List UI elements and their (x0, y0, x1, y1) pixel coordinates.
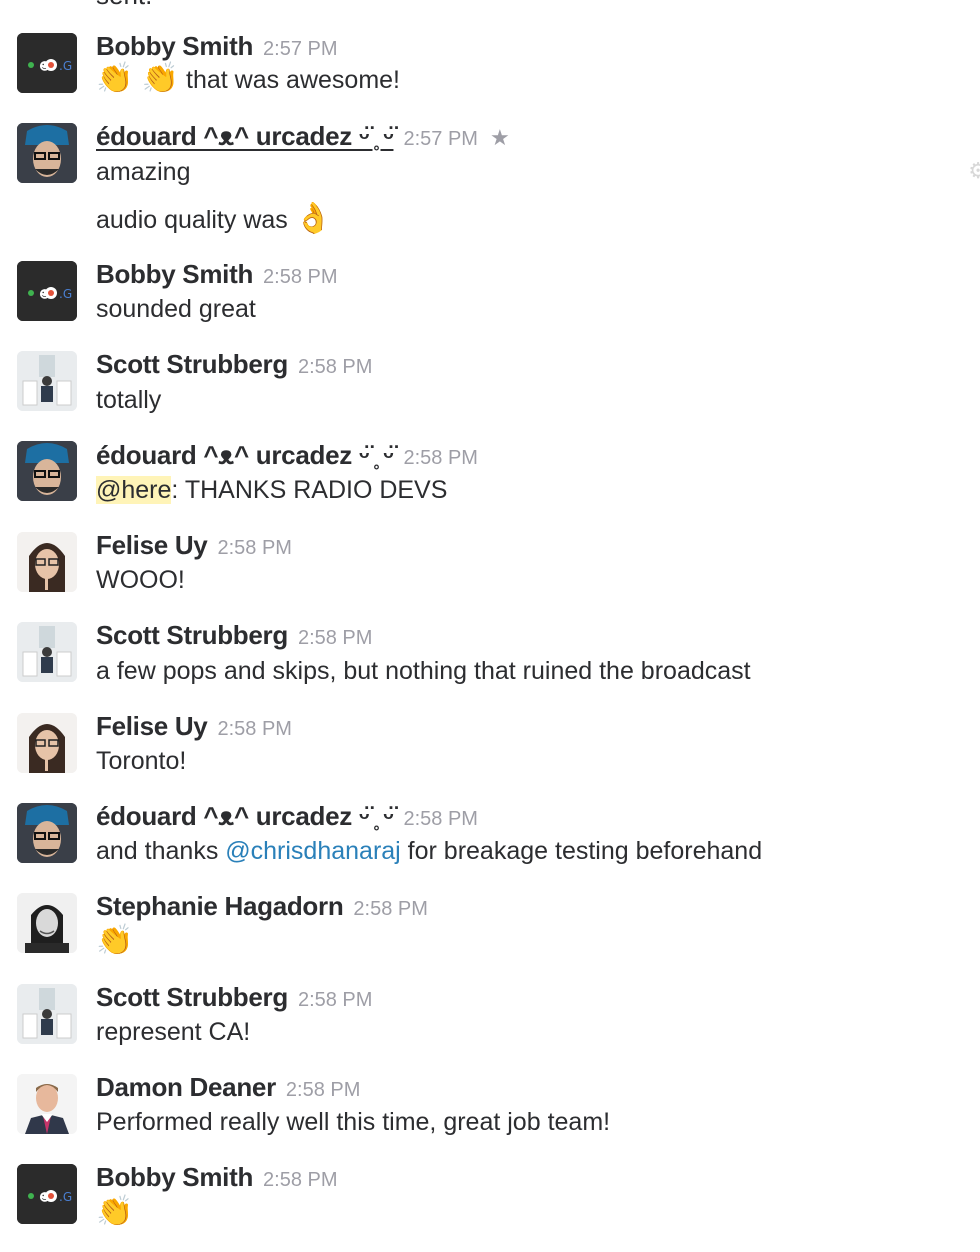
message-text: Toronto! (96, 747, 187, 775)
star-icon[interactable]: ★ (490, 125, 510, 150)
avatar[interactable] (17, 803, 77, 863)
author-name[interactable]: Scott Strubberg (96, 349, 288, 379)
gear-icon[interactable]: ⚙ (968, 158, 980, 184)
author-name[interactable]: Bobby Smith (96, 259, 253, 289)
avatar[interactable]: ☻ .G (17, 1164, 77, 1224)
svg-text:.G: .G (59, 59, 72, 73)
message-text: a few pops and skips, but nothing that r… (96, 657, 751, 685)
timestamp[interactable]: 2:58 PM (403, 808, 477, 830)
avatar[interactable] (17, 622, 77, 682)
timestamp[interactable]: 2:57 PM (403, 128, 477, 150)
timestamp[interactable]: 2:58 PM (217, 537, 291, 559)
here-mention[interactable]: @here (96, 476, 172, 504)
avatar[interactable] (17, 984, 77, 1044)
clap-emoji: 👏 (96, 1195, 134, 1228)
avatar[interactable] (17, 1074, 77, 1134)
message-text: audio quality was 👌 (96, 202, 333, 235)
svg-text:.G: .G (59, 1190, 72, 1204)
avatar[interactable]: ☻ .G (17, 33, 77, 93)
avatar[interactable] (17, 893, 77, 953)
message-text: 👏 (96, 926, 133, 957)
avatar[interactable] (17, 532, 77, 592)
timestamp[interactable]: 2:58 PM (217, 718, 291, 740)
author-name[interactable]: Scott Strubberg (96, 620, 288, 650)
message-text: 👏 (96, 1197, 133, 1228)
avatar[interactable] (17, 713, 77, 773)
message-text: WOOO! (96, 566, 185, 594)
author-name[interactable]: Scott Strubberg (96, 982, 288, 1012)
timestamp[interactable]: 2:58 PM (298, 627, 372, 649)
clap-emoji: 👏 (96, 924, 134, 957)
author-name[interactable]: Felise Uy (96, 711, 208, 741)
avatar[interactable] (17, 441, 77, 501)
timestamp[interactable]: 2:58 PM (353, 898, 427, 920)
author-name[interactable]: Bobby Smith (96, 31, 253, 61)
message-text: amazing (96, 158, 191, 186)
timestamp[interactable]: 2:58 PM (286, 1079, 360, 1101)
message-text: represent CA! (96, 1018, 251, 1046)
timestamp[interactable]: 2:58 PM (263, 1169, 337, 1191)
author-name[interactable]: Damon Deaner (96, 1072, 276, 1102)
author-name[interactable]: Bobby Smith (96, 1162, 253, 1192)
previous-message-cutoff: sent. (96, 0, 152, 11)
user-mention-link[interactable]: @chrisdhanaraj (225, 837, 400, 865)
clap-emoji: 👏 👏 (96, 62, 180, 95)
timestamp[interactable]: 2:58 PM (403, 447, 477, 469)
author-name[interactable]: Stephanie Hagadorn (96, 891, 344, 921)
avatar[interactable]: ☻ .G (17, 261, 77, 321)
avatar[interactable] (17, 351, 77, 411)
author-name[interactable]: édouard ^ᴥ^ urcadez ᵕ̈ ̥ ᵕ̈ (96, 801, 394, 831)
avatar[interactable] (17, 123, 77, 183)
message-text: Performed really well this time, great j… (96, 1108, 611, 1136)
timestamp[interactable]: 2:57 PM (263, 38, 337, 60)
message-text: sounded great (96, 295, 256, 323)
message-text: and thanks @chrisdhanaraj for breakage t… (96, 837, 763, 865)
svg-text:.G: .G (59, 287, 72, 301)
message-text: totally (96, 386, 162, 414)
timestamp[interactable]: 2:58 PM (298, 356, 372, 378)
timestamp[interactable]: 2:58 PM (263, 266, 337, 288)
ok-hand-emoji: 👌 (294, 202, 333, 235)
author-name[interactable]: édouard ^ᴥ^ urcadez ᵕ̈ ̥ ᵕ̈ (96, 121, 394, 151)
author-name[interactable]: édouard ^ᴥ^ urcadez ᵕ̈ ̥ ᵕ̈ (96, 440, 394, 470)
message-text: 👏 👏 that was awesome! (96, 62, 400, 95)
timestamp[interactable]: 2:58 PM (298, 989, 372, 1011)
message-text: @here: THANKS RADIO DEVS (96, 476, 448, 504)
author-name[interactable]: Felise Uy (96, 530, 208, 560)
